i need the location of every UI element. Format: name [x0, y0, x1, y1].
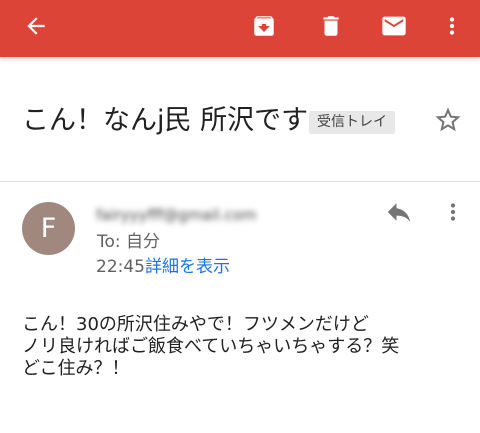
more-vert-icon — [439, 13, 465, 43]
show-details-link[interactable]: 詳細を表示 — [145, 257, 230, 277]
toolbar-more-button[interactable] — [432, 8, 472, 48]
sender-address[interactable]: fairyyyfff@gmail.com — [96, 204, 274, 226]
recipient-line: To: 自分 — [97, 232, 161, 252]
more-vert-icon — [440, 199, 466, 229]
divider — [0, 181, 480, 182]
time-and-details: 22:45詳細を表示 — [96, 256, 230, 278]
archive-icon — [251, 13, 277, 43]
subject-row: こん！なんj民 所沢です 受信トレイ — [0, 90, 480, 154]
star-button[interactable] — [431, 105, 465, 139]
email-subject: こん！なんj民 所沢です — [22, 105, 309, 136]
arrow-back-icon — [23, 13, 49, 43]
delete-icon — [318, 13, 344, 43]
star-outline-icon — [433, 105, 463, 139]
mark-unread-button[interactable] — [374, 8, 414, 48]
sent-time: 22:45 — [96, 257, 145, 277]
message-more-button[interactable] — [438, 196, 468, 232]
reply-button[interactable] — [381, 196, 417, 232]
sender-avatar[interactable]: F — [22, 202, 75, 255]
body-line: ノリ良ければご飯食べていちゃいちゃする？笑 — [22, 336, 400, 357]
delete-button[interactable] — [311, 8, 351, 48]
email-body: こん！30の所沢住みやで！フツメンだけど ノリ良ければご飯食べていちゃいちゃする… — [22, 314, 462, 380]
archive-button[interactable] — [244, 8, 284, 48]
mail-icon — [380, 12, 408, 44]
inbox-label-chip[interactable]: 受信トレイ — [309, 111, 395, 134]
top-toolbar — [0, 0, 480, 57]
body-line: どこ住み？！ — [22, 358, 130, 379]
back-button[interactable] — [16, 8, 56, 48]
body-line: こん！30の所沢住みやで！フツメンだけど — [22, 314, 369, 335]
reply-icon — [384, 197, 414, 231]
